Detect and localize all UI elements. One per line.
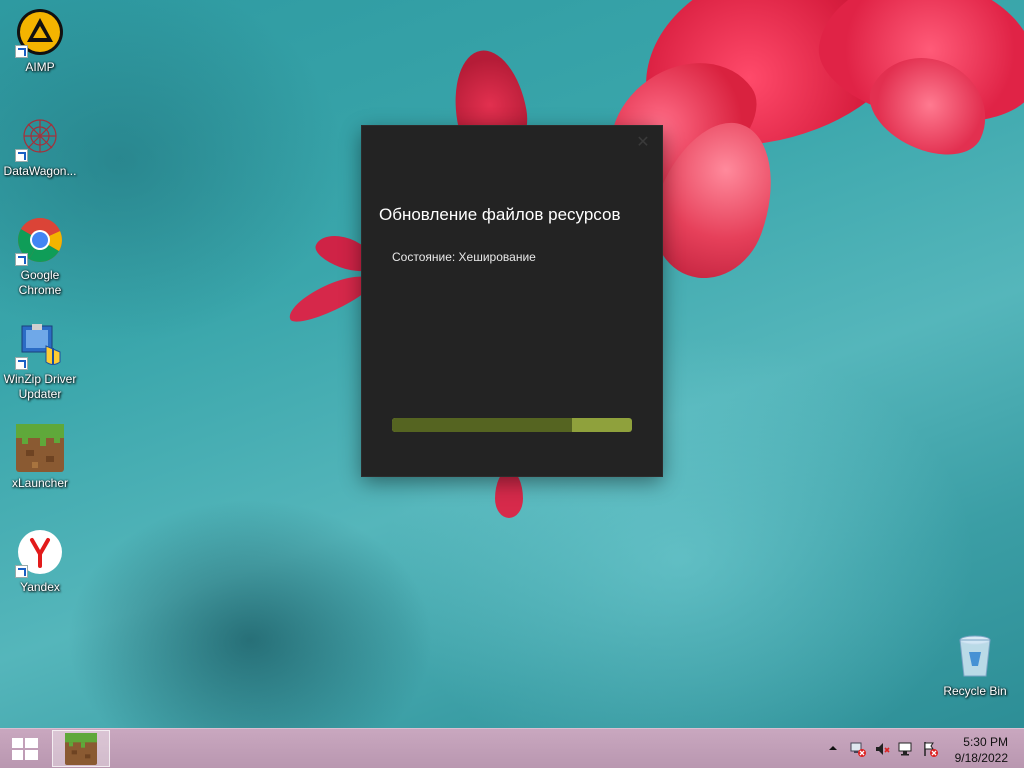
desktop-icon-yandex[interactable]: Yandex: [0, 528, 80, 595]
clock-time: 5:30 PM: [963, 735, 1008, 749]
close-icon[interactable]: ✕: [634, 134, 652, 152]
yandex-icon: [15, 528, 64, 578]
desktop-icon-xlauncher[interactable]: xLauncher: [0, 424, 80, 491]
shortcut-arrow-icon: [15, 357, 28, 370]
desktop-icon-label: DataWagon...: [3, 164, 77, 178]
desktop: AIMP DataWagon... Google Chrome WinZip D…: [0, 0, 1024, 728]
progress-bar-fill: [392, 418, 572, 432]
shortcut-arrow-icon: [15, 565, 28, 578]
action-center-icon[interactable]: [922, 741, 938, 757]
system-tray: [826, 729, 946, 769]
clock-date: 9/18/2022: [954, 751, 1008, 765]
network-error-icon[interactable]: [850, 741, 866, 757]
resource-update-dialog[interactable]: ✕ Обновление файлов ресурсов Состояние: …: [362, 126, 662, 476]
datawagon-icon: [15, 112, 64, 162]
taskbar: 5:30 PM 9/18/2022: [0, 728, 1024, 768]
shortcut-arrow-icon: [15, 149, 28, 162]
winzip-driver-updater-icon: [15, 320, 64, 370]
desktop-icon-winzip-driver-updater[interactable]: WinZip Driver Updater: [0, 320, 80, 402]
chrome-icon: [15, 216, 64, 266]
xlauncher-icon: [16, 424, 64, 472]
windows-start-button[interactable]: [0, 729, 50, 769]
desktop-icon-recycle-bin[interactable]: Recycle Bin: [935, 632, 1015, 699]
aimp-icon: [15, 8, 64, 58]
shortcut-arrow-icon: [15, 45, 28, 58]
progress-bar: [392, 418, 632, 432]
desktop-icon-aimp[interactable]: AIMP: [0, 8, 80, 75]
desktop-icon-label: Google Chrome: [18, 268, 62, 297]
shortcut-arrow-icon: [15, 253, 28, 266]
desktop-icon-label: xLauncher: [11, 476, 69, 490]
desktop-icon-label: Yandex: [20, 580, 60, 594]
taskbar-app-xlauncher[interactable]: [52, 730, 110, 767]
taskbar-clock[interactable]: 5:30 PM 9/18/2022: [955, 734, 1008, 766]
recycle-bin-icon: [951, 632, 999, 680]
desktop-icon-label: WinZip Driver Updater: [3, 372, 77, 401]
dialog-title: Обновление файлов ресурсов: [379, 205, 621, 224]
xlauncher-icon: [65, 733, 97, 765]
dialog-status: Состояние: Хеширование: [392, 250, 536, 264]
desktop-icon-datawagon[interactable]: DataWagon...: [0, 112, 80, 179]
network-icon[interactable]: [898, 741, 914, 757]
show-hidden-icons-chevron[interactable]: [828, 742, 838, 758]
desktop-icon-google-chrome[interactable]: Google Chrome: [0, 216, 80, 298]
desktop-icon-label: Recycle Bin: [943, 684, 1007, 698]
volume-muted-icon[interactable]: [874, 741, 890, 757]
desktop-icon-label: AIMP: [25, 60, 55, 74]
